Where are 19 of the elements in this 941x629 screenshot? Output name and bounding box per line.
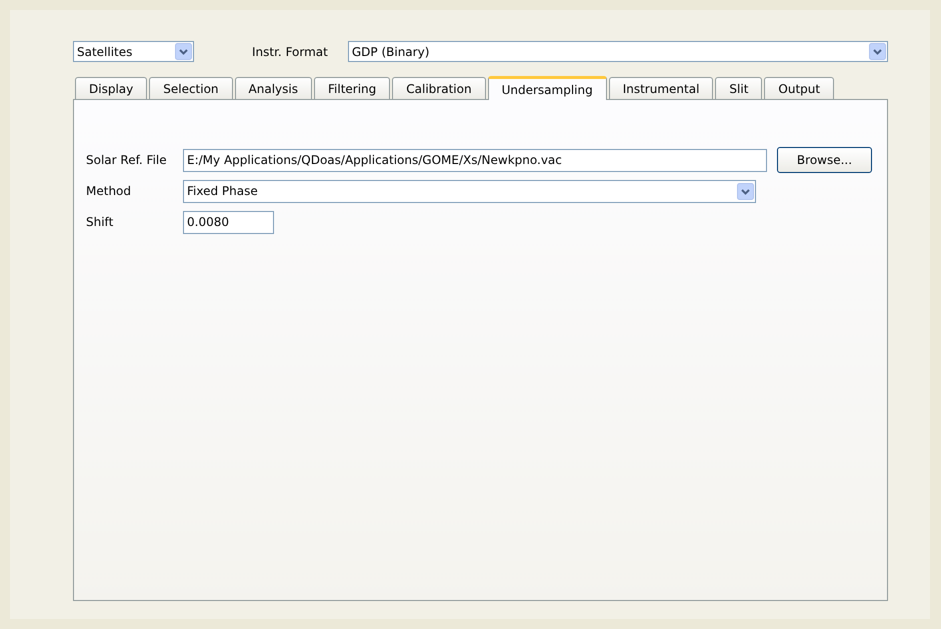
tab[interactable]: Slit (715, 77, 762, 99)
tab[interactable]: Display (75, 77, 148, 99)
field-label: Shift (86, 215, 114, 229)
mode-dropdown[interactable]: Satellites (73, 41, 194, 62)
tab[interactable]: Calibration (392, 77, 486, 99)
tab[interactable]: Output (764, 77, 834, 99)
tab[interactable]: Undersampling (488, 76, 607, 100)
tab[interactable]: Selection (149, 77, 233, 99)
file-path-field[interactable]: E:/My Applications/QDoas/Applications/GOME/Xs/Newkpno.vac (183, 148, 767, 172)
instr-format-dropdown[interactable]: GDP (Binary) (348, 41, 888, 62)
field-label: Method (86, 184, 132, 198)
shift-field[interactable]: 0.0080 (183, 210, 274, 234)
tab[interactable]: Filtering (314, 77, 390, 99)
tab[interactable]: Analysis (234, 77, 312, 99)
browse-button[interactable]: Browse... (777, 147, 872, 173)
field-label: Solar Ref. File (86, 153, 168, 167)
instr-format-label: Instr. Format (252, 44, 328, 58)
tab[interactable]: Instrumental (608, 77, 714, 99)
method-dropdown[interactable]: Fixed Phase (183, 180, 756, 202)
